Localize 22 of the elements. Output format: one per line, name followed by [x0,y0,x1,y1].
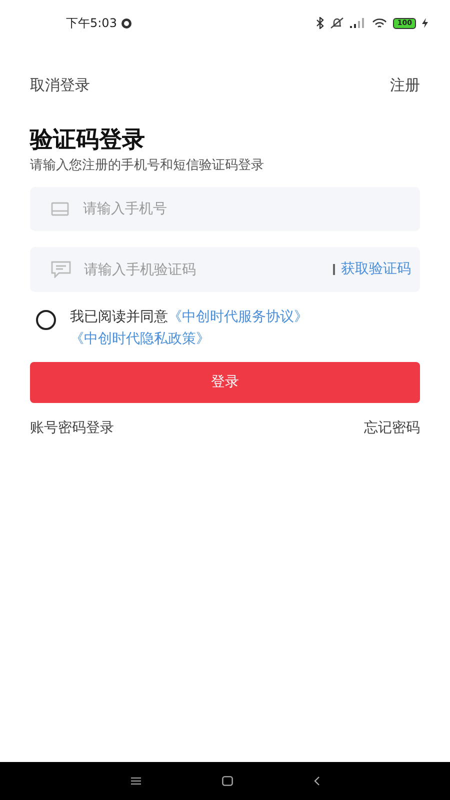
status-time: 下午5:03 [66,15,117,32]
menu-icon[interactable] [130,777,140,785]
register-link[interactable]: 注册 [390,74,420,96]
agreement-text: 我已阅读并同意《中创时代服务协议》 《中创时代隐私政策》 [70,308,309,349]
login-button[interactable]: 登录 [30,362,420,403]
charging-icon [422,18,428,28]
wifi-icon [372,18,388,28]
phone-icon [51,202,69,216]
home-icon[interactable] [222,776,232,786]
page-title: 验证码登录 [30,126,146,154]
forgot-password-link[interactable]: 忘记密码 [364,418,420,439]
bluetooth-icon [316,17,324,29]
signal-icon [350,18,366,28]
back-icon[interactable] [314,776,320,786]
message-icon [51,261,71,278]
agreement-checkbox[interactable] [36,310,56,330]
cancel-login-link[interactable]: 取消登录 [30,74,90,96]
password-login-link[interactable]: 账号密码登录 [30,418,114,439]
phone-field[interactable]: 请输入手机号 [30,187,420,231]
subtitle: 请输入您注册的手机号和短信验证码登录 [30,156,265,174]
app-status-icon [120,18,132,28]
bell-muted-icon [330,17,344,29]
